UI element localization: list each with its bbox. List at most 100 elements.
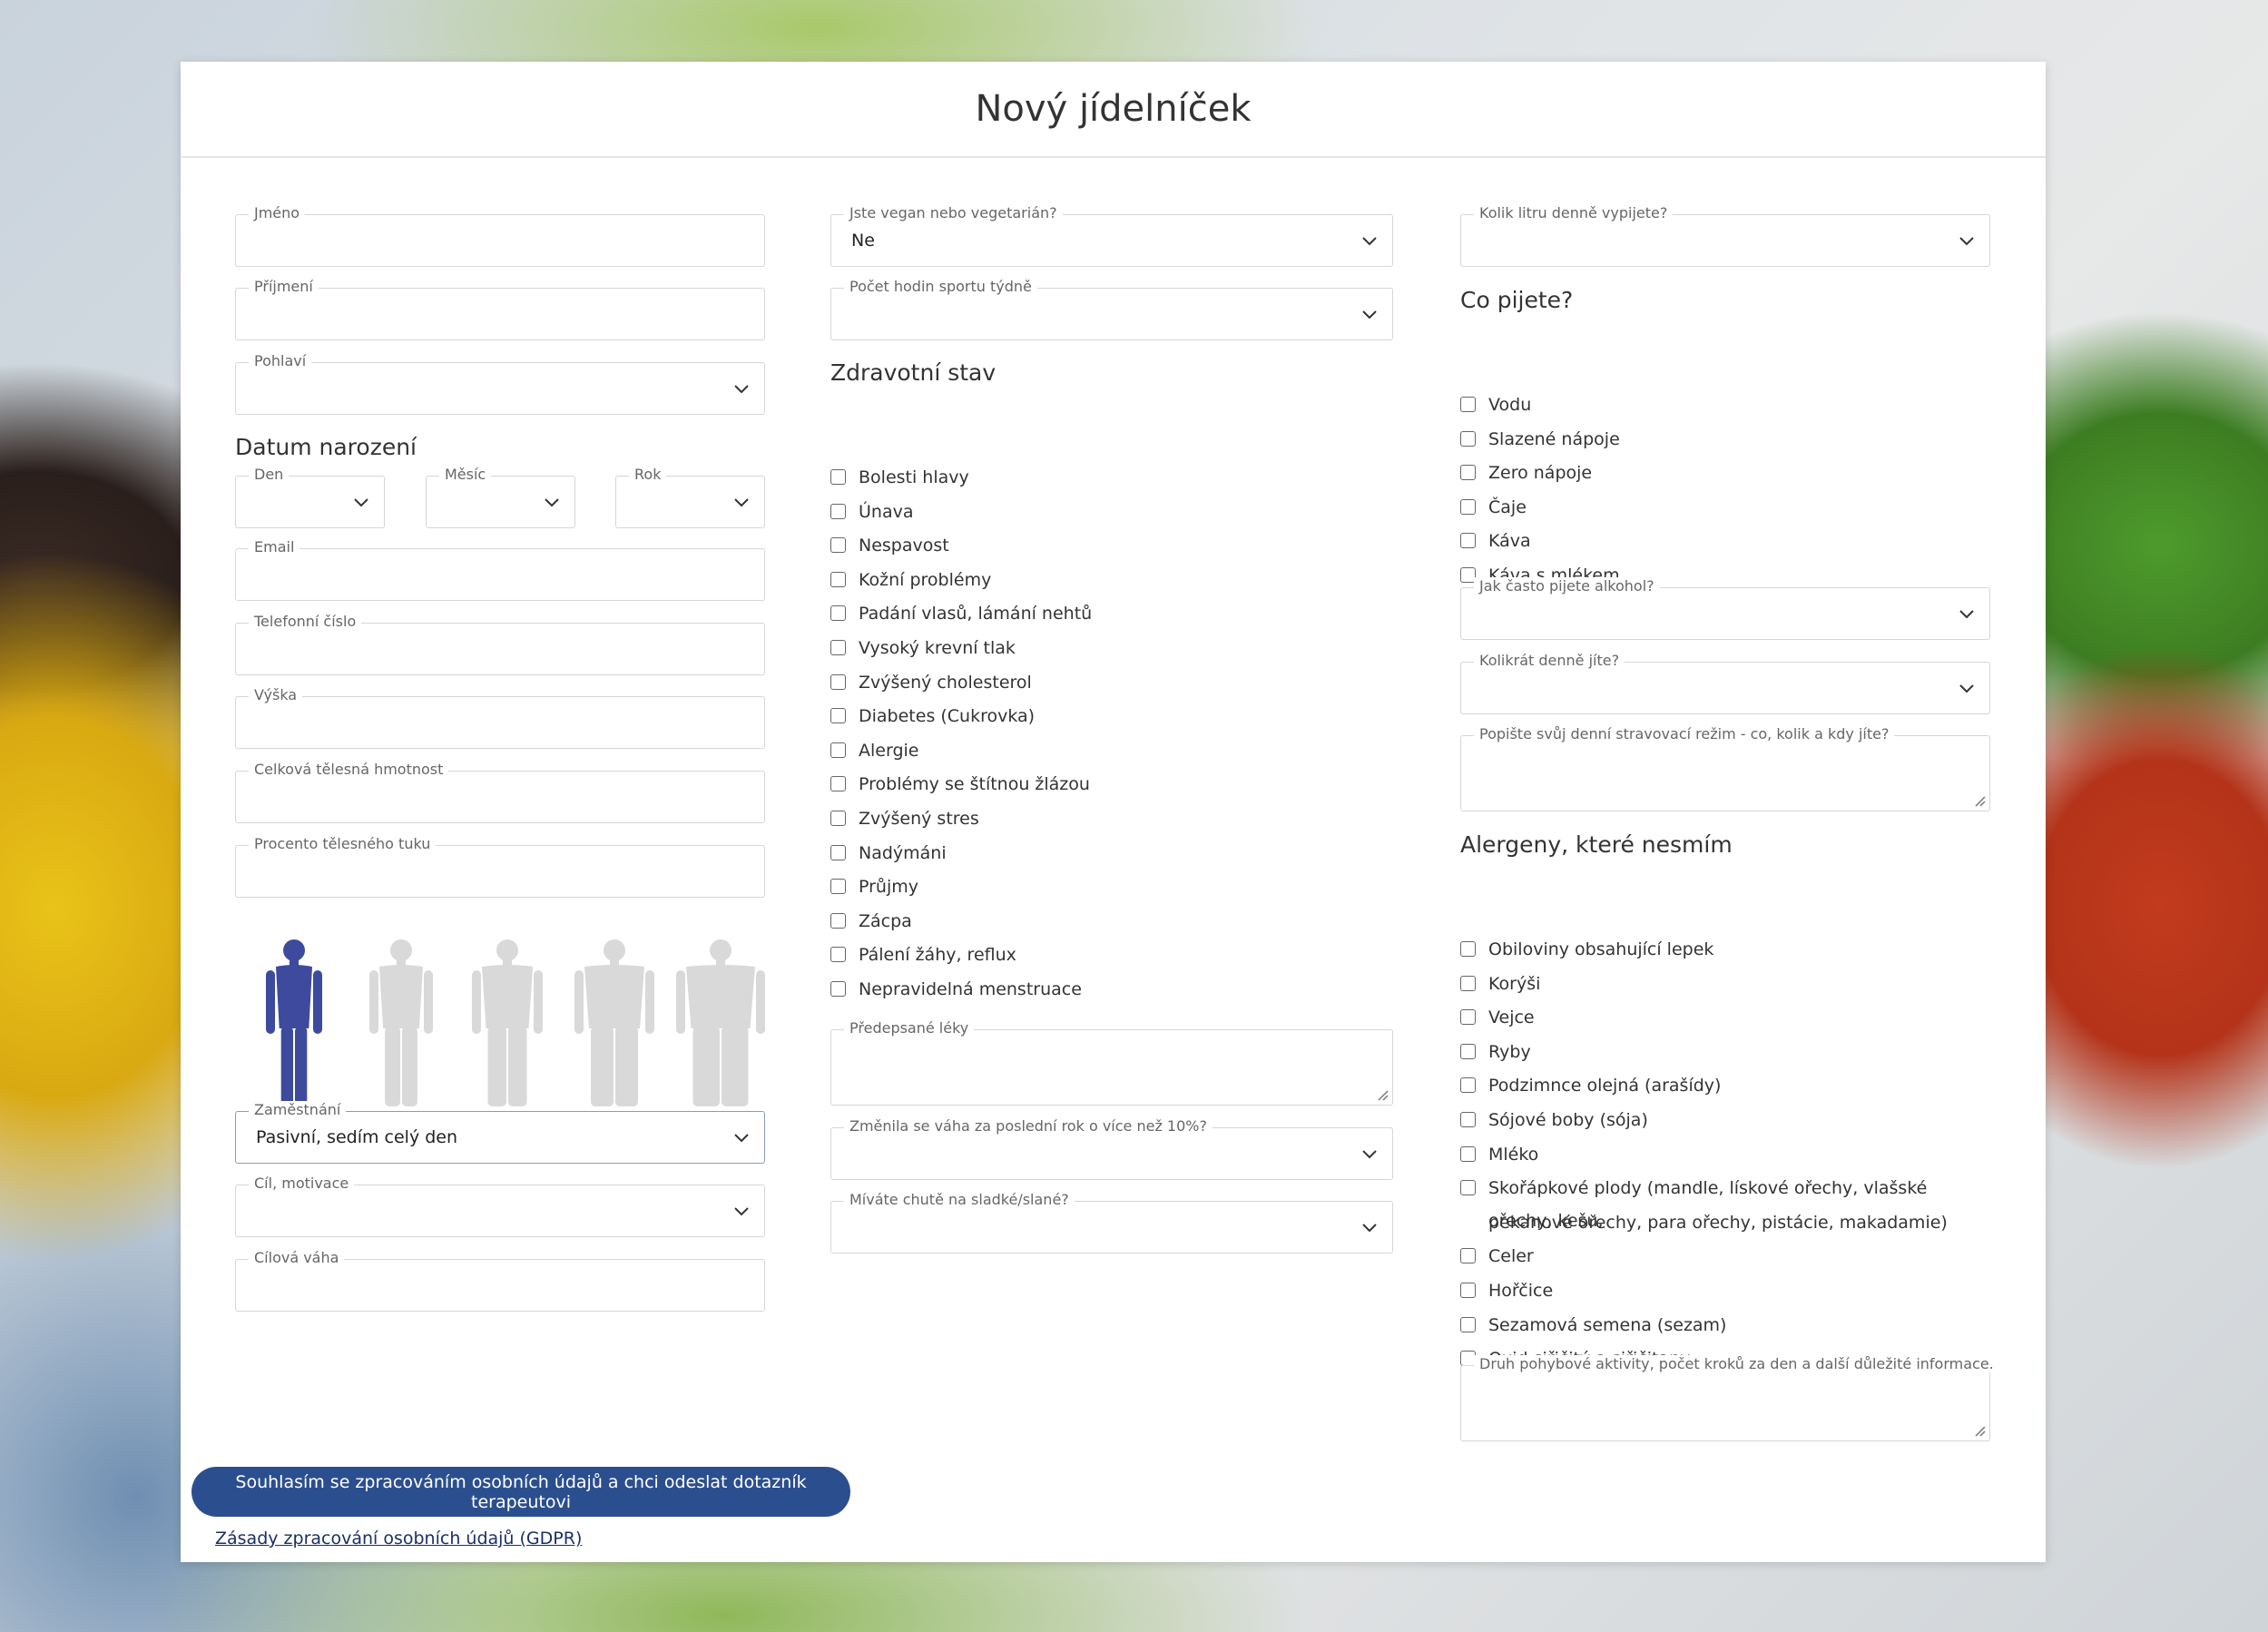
- health-item[interactable]: Průjmy: [830, 870, 918, 903]
- checkbox[interactable]: [1460, 397, 1476, 412]
- allergen-item[interactable]: Ryby: [1460, 1036, 1531, 1068]
- email-field[interactable]: Email: [235, 538, 765, 601]
- drink-item[interactable]: Káva: [1460, 525, 1531, 557]
- health-item[interactable]: Nepravidelná menstruace: [830, 973, 1082, 1006]
- allergen-item[interactable]: Korýši: [1460, 968, 1540, 1000]
- checkbox[interactable]: [1460, 1248, 1476, 1264]
- drink-item[interactable]: Zero nápoje: [1460, 457, 1592, 489]
- checkbox[interactable]: [830, 912, 846, 929]
- vegan-select[interactable]: Jste vegan nebo vegetarián? Ne: [830, 204, 1393, 267]
- health-item[interactable]: Únava: [830, 496, 913, 528]
- target-weight-field[interactable]: Cílová váha: [235, 1249, 765, 1312]
- checkbox[interactable]: [1460, 975, 1476, 991]
- allergen-item[interactable]: pekanové ořechy, para ořechy, pistácie, …: [1460, 1206, 1948, 1239]
- health-item[interactable]: Zácpa: [830, 905, 912, 938]
- diet-description-textarea[interactable]: Popište svůj denní stravovací režim - co…: [1460, 725, 1990, 811]
- checkbox[interactable]: [830, 947, 846, 963]
- drink-item[interactable]: Vodu: [1460, 388, 1531, 421]
- health-item[interactable]: Diabetes (Cukrovka): [830, 700, 1035, 732]
- checkbox[interactable]: [1460, 465, 1476, 481]
- health-item[interactable]: Padání vlasů, lámání nehtů: [830, 597, 1092, 630]
- weight-field[interactable]: Celková tělesná hmotnost: [235, 761, 765, 823]
- checkbox[interactable]: [830, 571, 846, 587]
- meals-select[interactable]: Kolikrát denně jíte?: [1460, 652, 1990, 714]
- resize-handle-icon[interactable]: [1973, 1424, 1986, 1437]
- health-item[interactable]: Problémy se štítnou žlázou: [830, 768, 1090, 801]
- gender-select[interactable]: Pohlaví: [235, 352, 765, 415]
- dob-day-select[interactable]: Den: [235, 466, 385, 528]
- gdpr-link[interactable]: Zásady zpracování osobních údajů (GDPR): [215, 1529, 582, 1548]
- height-field[interactable]: Výška: [235, 686, 765, 749]
- submit-button[interactable]: Souhlasím se zpracováním osobních údajů …: [191, 1467, 850, 1517]
- allergen-item[interactable]: Celer: [1460, 1240, 1534, 1273]
- checkbox[interactable]: [830, 673, 846, 690]
- checkbox[interactable]: [830, 605, 846, 622]
- body-type-figure-4[interactable]: [565, 938, 664, 1110]
- health-item[interactable]: Zvýšený cholesterol: [830, 666, 1032, 699]
- drink-item[interactable]: Slazené nápoje: [1460, 423, 1620, 456]
- dob-year-select[interactable]: Rok: [615, 466, 765, 528]
- checkbox[interactable]: [1460, 1009, 1476, 1026]
- checkbox[interactable]: [1460, 498, 1476, 515]
- health-item[interactable]: Vysoký krevní tlak: [830, 632, 1016, 664]
- allergen-item[interactable]: Podzimnce olejná (arašídy): [1460, 1069, 1721, 1102]
- checkbox[interactable]: [1460, 1316, 1476, 1332]
- checkbox[interactable]: [830, 503, 846, 519]
- health-item[interactable]: Alergie: [830, 734, 918, 767]
- checkbox[interactable]: [1460, 1283, 1476, 1298]
- checkbox[interactable]: [830, 708, 846, 724]
- body-type-figure-1[interactable]: [244, 938, 344, 1110]
- sport-hours-select[interactable]: Počet hodin sportu týdně: [830, 278, 1393, 340]
- allergen-item[interactable]: Hořčice: [1460, 1274, 1553, 1307]
- goal-select[interactable]: Cíl, motivace: [235, 1175, 765, 1237]
- alcohol-select[interactable]: Jak často pijete alkohol?: [1460, 577, 1990, 640]
- allergen-item[interactable]: Vejce: [1460, 1001, 1535, 1034]
- checkbox[interactable]: [1460, 941, 1476, 957]
- checkbox[interactable]: [1460, 533, 1476, 549]
- health-item[interactable]: Bolesti hlavy: [830, 461, 969, 494]
- resize-handle-icon[interactable]: [1376, 1088, 1389, 1101]
- allergen-item[interactable]: Sezamová semena (sezam): [1460, 1309, 1726, 1342]
- health-item[interactable]: Zvýšený stres: [830, 802, 979, 835]
- health-item[interactable]: Pálení žáhy, reflux: [830, 939, 1016, 971]
- weight-change-select[interactable]: Změnila se váha za poslední rok o více n…: [830, 1117, 1393, 1180]
- checkbox[interactable]: [1460, 1145, 1476, 1162]
- checkbox[interactable]: [1460, 1043, 1476, 1059]
- phone-field[interactable]: Telefonní číslo: [235, 613, 765, 675]
- allergen-item[interactable]: Obiloviny obsahující lepek: [1460, 933, 1713, 966]
- health-item[interactable]: Nadýmáni: [830, 837, 947, 870]
- last-name-field[interactable]: Příjmení: [235, 278, 765, 340]
- health-item[interactable]: Nespavost: [830, 529, 949, 562]
- drink-label: Slazené nápoje: [1488, 428, 1620, 449]
- liters-select[interactable]: Kolik litru denně vypijete?: [1460, 204, 1990, 267]
- checkbox[interactable]: [830, 811, 846, 826]
- body-type-figure-3[interactable]: [457, 938, 557, 1110]
- checkbox[interactable]: [830, 844, 846, 860]
- page-title: Nový jídelníček: [975, 88, 1252, 130]
- checkbox[interactable]: [1460, 1180, 1476, 1196]
- cravings-select[interactable]: Míváte chutě na sladké/slané?: [830, 1191, 1393, 1253]
- allergen-item[interactable]: Mléko: [1460, 1138, 1538, 1171]
- dob-month-select[interactable]: Měsíc: [426, 466, 575, 528]
- checkbox[interactable]: [830, 742, 846, 758]
- first-name-field[interactable]: Jméno: [235, 204, 765, 267]
- activity-textarea[interactable]: Druh pohybové aktivity, počet kroků za d…: [1460, 1355, 1999, 1441]
- drink-item[interactable]: Čaje: [1460, 491, 1527, 524]
- checkbox[interactable]: [830, 640, 846, 655]
- body-type-figure-2[interactable]: [351, 938, 451, 1110]
- checkbox[interactable]: [830, 537, 846, 554]
- resize-handle-icon[interactable]: [1973, 794, 1986, 807]
- employment-select[interactable]: Zaměstnání Pasivní, sedím celý den: [235, 1101, 765, 1164]
- checkbox[interactable]: [830, 776, 846, 792]
- checkbox[interactable]: [1460, 1112, 1476, 1127]
- checkbox[interactable]: [830, 469, 846, 485]
- body-type-figure-5[interactable]: [671, 938, 771, 1110]
- checkbox[interactable]: [830, 879, 846, 895]
- body-fat-field[interactable]: Procento tělesného tuku: [235, 835, 765, 898]
- allergen-item[interactable]: Sójové boby (sója): [1460, 1104, 1648, 1136]
- checkbox[interactable]: [830, 981, 846, 997]
- medication-textarea[interactable]: Předepsané léky: [830, 1019, 1393, 1106]
- checkbox[interactable]: [1460, 1077, 1476, 1094]
- health-item[interactable]: Kožní problémy: [830, 564, 991, 596]
- checkbox[interactable]: [1460, 430, 1476, 447]
